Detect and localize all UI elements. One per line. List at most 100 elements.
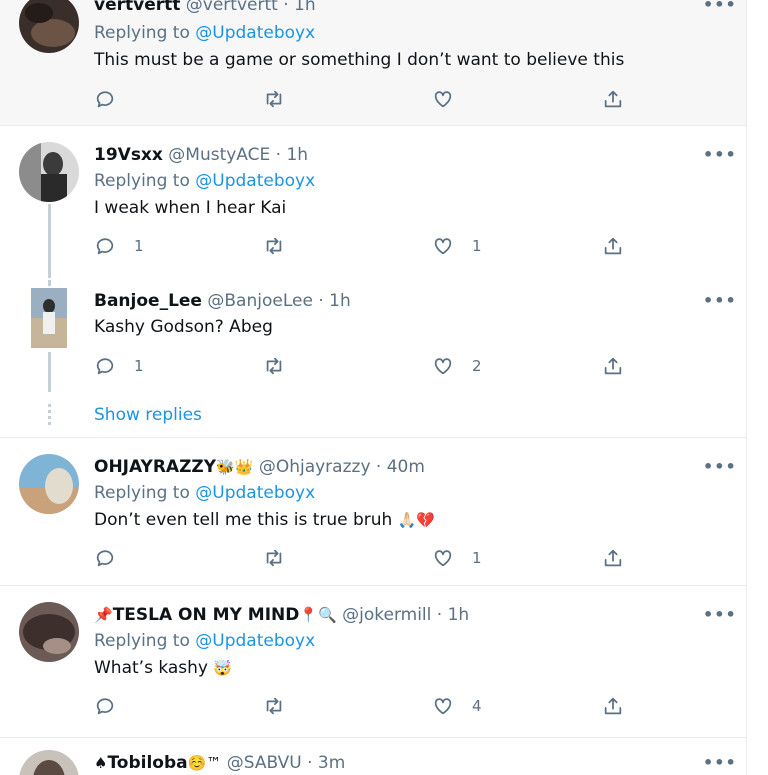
reply-button[interactable]: 1	[94, 234, 144, 258]
name-emoji-pre: ♠	[94, 754, 108, 772]
timestamp[interactable]: 40m	[387, 457, 425, 477]
tweet-text: I weak when I hear Kai	[94, 198, 287, 218]
replying-to-label: Replying to	[94, 483, 196, 503]
dot-separator: ·	[283, 0, 289, 15]
display-name[interactable]: Banjoe_Lee	[94, 291, 202, 311]
retweet-icon	[266, 697, 282, 715]
display-name[interactable]: TESLA ON MY MIND	[113, 605, 300, 625]
display-name[interactable]: 19Vsxx	[94, 145, 163, 165]
name-emoji: ☺️™	[187, 754, 222, 772]
tweet-header: OHJAYRAZZY🐝👑 @Ohjayrazzy · 40m	[94, 456, 425, 478]
show-replies-link[interactable]: Show replies	[94, 404, 202, 426]
dot-separator: ·	[436, 605, 443, 625]
tweet-header: vertvertt @vertvertt · 1h	[94, 0, 316, 16]
replying-to-link[interactable]: @Updateboyx	[195, 483, 315, 503]
like-icon	[434, 358, 452, 375]
replying-to-label: Replying to	[94, 171, 196, 191]
more-icon[interactable]: •••	[703, 607, 736, 623]
thread-line	[48, 352, 51, 392]
tweet-19vsxx[interactable]: 19Vsxx @MustyACE · 1h ••• Replying to @U…	[0, 126, 746, 280]
retweet-icon	[266, 549, 282, 567]
avatar[interactable]	[19, 602, 79, 662]
retweet-icon	[266, 90, 282, 108]
tweet-header: Banjoe_Lee @BanjoeLee · 1h	[94, 290, 351, 312]
user-handle[interactable]: @vertvertt	[186, 0, 278, 15]
more-icon[interactable]: •••	[703, 0, 736, 13]
share-button[interactable]	[602, 354, 624, 378]
name-emoji: 📍🔍	[299, 606, 337, 624]
more-icon[interactable]: •••	[703, 459, 736, 475]
share-button[interactable]	[602, 87, 624, 111]
timestamp[interactable]: 3m	[318, 753, 345, 773]
timestamp[interactable]: 1h	[448, 605, 470, 625]
share-icon	[604, 697, 622, 715]
tweet-vertvertt[interactable]: vertvertt @vertvertt · 1h ••• Replying t…	[0, 0, 746, 125]
reply-button[interactable]	[94, 694, 116, 718]
reply-icon	[96, 550, 114, 567]
display-name[interactable]: Tobiloba	[107, 753, 187, 773]
text-emoji: 🤯	[213, 659, 233, 677]
retweet-button[interactable]	[263, 694, 285, 718]
replying-to-label: Replying to	[94, 631, 196, 651]
dot-separator: ·	[318, 291, 324, 311]
timestamp[interactable]: 1h	[286, 145, 308, 165]
replying-to: Replying to @Updateboyx	[94, 22, 315, 44]
retweet-button[interactable]	[263, 546, 285, 570]
reply-button[interactable]: 1	[94, 354, 144, 378]
reply-count: 1	[134, 237, 144, 255]
like-button[interactable]: 1	[432, 234, 482, 258]
like-button[interactable]: 4	[432, 694, 482, 718]
dot-separator: ·	[375, 457, 382, 477]
display-name[interactable]: vertvertt	[94, 0, 180, 15]
more-icon[interactable]: •••	[703, 147, 736, 163]
user-handle[interactable]: @BanjoeLee	[207, 291, 313, 311]
avatar[interactable]	[19, 750, 79, 775]
share-button[interactable]	[602, 234, 624, 258]
tweet-header: ♠Tobiloba☺️™ @SABVU · 3m	[94, 752, 345, 774]
avatar[interactable]	[19, 288, 79, 348]
user-handle[interactable]: @SABVU	[227, 753, 302, 773]
more-icon[interactable]: •••	[703, 293, 736, 309]
dot-separator: ·	[307, 753, 313, 773]
user-handle[interactable]: @Ohjayrazzy	[259, 457, 371, 477]
like-count: 4	[472, 697, 482, 715]
tweet-jokermill[interactable]: 📌TESLA ON MY MIND📍🔍 @jokermill · 1h ••• …	[0, 586, 746, 737]
avatar[interactable]	[19, 454, 79, 514]
retweet-icon	[266, 357, 282, 375]
retweet-button[interactable]	[263, 87, 285, 111]
like-button[interactable]: 2	[432, 354, 482, 378]
like-button[interactable]: 1	[432, 546, 482, 570]
text-emoji: 🙏🏻💔	[397, 511, 436, 529]
replying-to: Replying to @Updateboyx	[94, 630, 315, 652]
reply-button[interactable]	[94, 546, 116, 570]
share-button[interactable]	[602, 546, 624, 570]
name-emoji: 🐝👑	[216, 458, 254, 476]
display-name[interactable]: OHJAYRAZZY	[94, 457, 216, 477]
reply-button[interactable]	[94, 87, 116, 111]
tweet-text: Kashy Godson? Abeg	[94, 317, 273, 337]
tweet-header: 📌TESLA ON MY MIND📍🔍 @jokermill · 1h	[94, 604, 469, 626]
replying-to-link[interactable]: @Updateboyx	[195, 23, 315, 43]
replying-to-link[interactable]: @Updateboyx	[195, 171, 315, 191]
user-handle[interactable]: @jokermill	[342, 605, 431, 625]
replying-to-link[interactable]: @Updateboyx	[195, 631, 315, 651]
more-icon[interactable]: •••	[703, 755, 736, 771]
like-icon	[434, 698, 452, 715]
tweet-sabvu[interactable]: ♠Tobiloba☺️™ @SABVU · 3m •••	[0, 738, 746, 775]
retweet-button[interactable]	[263, 354, 285, 378]
tweet-banjoe-lee[interactable]: Banjoe_Lee @BanjoeLee · 1h ••• Kashy God…	[0, 280, 746, 392]
tweet-ohjayrazzy[interactable]: OHJAYRAZZY🐝👑 @Ohjayrazzy · 40m ••• Reply…	[0, 438, 746, 585]
avatar[interactable]	[19, 142, 79, 202]
replying-to: Replying to @Updateboyx	[94, 482, 315, 504]
show-replies-row[interactable]: Show replies	[0, 392, 746, 436]
like-button[interactable]	[432, 87, 454, 111]
thread-line	[48, 204, 51, 278]
like-count: 2	[472, 357, 482, 375]
retweet-button[interactable]	[263, 234, 285, 258]
timestamp[interactable]: 1h	[329, 291, 351, 311]
user-handle[interactable]: @MustyACE	[168, 145, 270, 165]
replying-to-label: Replying to	[94, 23, 196, 43]
timestamp[interactable]: 1h	[294, 0, 316, 15]
avatar[interactable]	[19, 0, 79, 53]
share-button[interactable]	[602, 694, 624, 718]
